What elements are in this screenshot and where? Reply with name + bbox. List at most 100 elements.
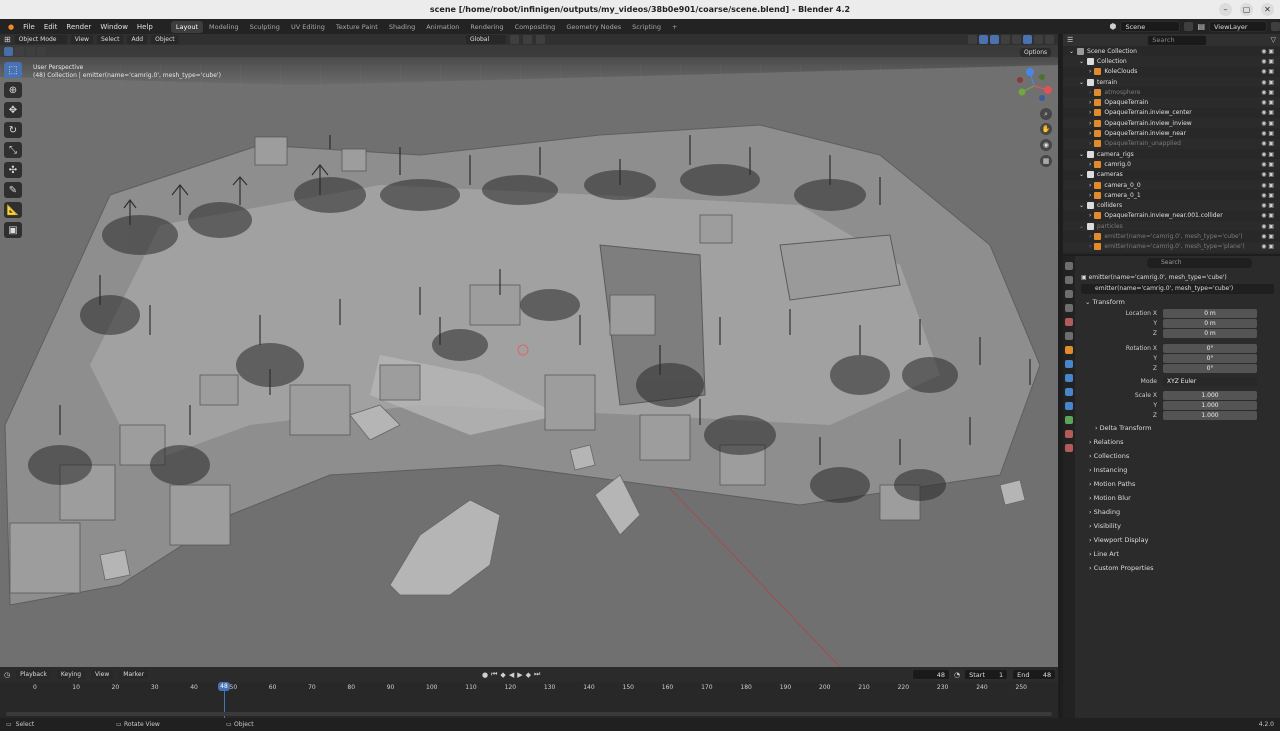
select-tool-icon[interactable]: ⬚ (4, 62, 22, 78)
rotation-z-field[interactable]: 0° (1163, 364, 1257, 374)
solid-shading-icon[interactable] (1023, 35, 1032, 44)
tab-shading[interactable]: Shading (384, 21, 420, 33)
outliner-row[interactable]: › OpaqueTerrain.inview_near.001.collider ◉… (1063, 211, 1280, 221)
section-visibility[interactable]: › Visibility (1077, 519, 1280, 533)
viewlayer-icon[interactable]: ▤ (1197, 22, 1205, 31)
location-z-field[interactable]: 0 m (1163, 329, 1257, 339)
section-relations[interactable]: › Relations (1077, 435, 1280, 449)
data-tab-icon[interactable] (1065, 416, 1073, 424)
collapse-icon[interactable]: ⌄ (1079, 171, 1084, 178)
tab-uv-editing[interactable]: UV Editing (286, 21, 330, 33)
tab-modeling[interactable]: Modeling (204, 21, 244, 33)
orientation-dropdown[interactable]: Global (466, 35, 506, 44)
section-instancing[interactable]: › Instancing (1077, 463, 1280, 477)
viewport-menu-select[interactable]: Select (96, 35, 124, 44)
jump-start-icon[interactable]: ⏮ (491, 670, 497, 679)
rendered-shading-icon[interactable] (1045, 35, 1054, 44)
constraints-tab-icon[interactable] (1065, 402, 1073, 410)
expand-icon[interactable]: › (1089, 212, 1091, 219)
rotation-y-field[interactable]: 0° (1163, 353, 1257, 363)
scale-y-field[interactable]: 1.000 (1163, 401, 1257, 411)
options-button[interactable]: Options (1020, 48, 1052, 57)
tab-compositing[interactable]: Compositing (510, 21, 561, 33)
outliner-row[interactable]: › OpaqueTerrain.inview_near ◉ ▣ (1063, 128, 1280, 138)
snap-icon[interactable] (523, 35, 532, 44)
visibility-toggle-icon[interactable]: ◉ ▣ (1261, 192, 1274, 199)
record-icon[interactable]: ● (482, 671, 488, 679)
outliner-search[interactable]: Search (1147, 34, 1208, 46)
start-frame-field[interactable]: Start 1 (964, 669, 1009, 680)
select-extend-icon[interactable] (15, 46, 24, 56)
view-layer-tab-icon[interactable] (1065, 304, 1073, 312)
rotate-tool-icon[interactable]: ↻ (4, 122, 22, 138)
collapse-icon[interactable]: ⌄ (1079, 58, 1084, 65)
visibility-toggle-icon[interactable]: ◉ ▣ (1261, 212, 1274, 219)
viewlayer-selector[interactable]: ViewLayer (1209, 21, 1267, 32)
timeline-editor-icon[interactable]: ◷ (4, 671, 10, 679)
expand-icon[interactable]: › (1089, 140, 1091, 147)
wireframe-shading-icon[interactable] (1012, 35, 1021, 44)
visibility-toggle-icon[interactable]: ◉ ▣ (1261, 151, 1274, 158)
material-tab-icon[interactable] (1065, 430, 1073, 438)
collapse-icon[interactable]: ⌄ (1079, 79, 1084, 86)
visibility-toggle-icon[interactable]: ◉ ▣ (1261, 109, 1274, 116)
measure-tool-icon[interactable]: 📐 (4, 202, 22, 218)
timeline-menu-view[interactable]: View (91, 670, 114, 679)
expand-icon[interactable]: › (1089, 68, 1091, 75)
move-tool-icon[interactable]: ✥ (4, 102, 22, 118)
tab-geometry-nodes[interactable]: Geometry Nodes (561, 21, 626, 33)
menu-render[interactable]: Render (62, 23, 95, 31)
visibility-toggle-icon[interactable]: ◉ ▣ (1261, 58, 1274, 65)
new-viewlayer-icon[interactable] (1271, 22, 1280, 31)
scale-x-field[interactable]: 1.000 (1163, 390, 1257, 400)
section-shading[interactable]: › Shading (1077, 505, 1280, 519)
close-icon[interactable]: ✕ (1261, 3, 1274, 16)
visibility-toggle-icon[interactable]: ◉ ▣ (1261, 171, 1274, 178)
outliner-editor-icon[interactable]: ☰ (1067, 36, 1073, 44)
menu-file[interactable]: File (19, 23, 39, 31)
viewport-menu-add[interactable]: Add (127, 35, 148, 44)
material-shading-icon[interactable] (1034, 35, 1043, 44)
expand-icon[interactable]: › (1089, 109, 1091, 116)
collapse-icon[interactable]: ⌄ (1079, 151, 1084, 158)
timeline-menu-marker[interactable]: Marker (119, 670, 149, 679)
collapse-icon[interactable]: ⌄ (1079, 202, 1084, 209)
outliner-row[interactable]: ⌄ cameras ◉ ▣ (1063, 170, 1280, 180)
play-reverse-icon[interactable]: ◀ (509, 671, 514, 679)
visibility-toggle-icon[interactable]: ◉ ▣ (1261, 68, 1274, 75)
physics-tab-icon[interactable] (1065, 388, 1073, 396)
timeline-menu-playback[interactable]: Playback (16, 670, 51, 679)
location-y-field[interactable]: 0 m (1163, 318, 1257, 328)
modifier-tab-icon[interactable] (1065, 360, 1073, 368)
3d-viewport[interactable] (0, 45, 1058, 667)
camera-view-icon[interactable]: ◉ (1040, 139, 1052, 151)
world-tab-icon[interactable] (1065, 332, 1073, 340)
menu-help[interactable]: Help (133, 23, 157, 31)
tool-tab-icon[interactable] (1065, 262, 1073, 270)
visibility-toggle-icon[interactable]: ◉ ▣ (1261, 202, 1274, 209)
outliner-row[interactable]: ⌄ camera_rigs ◉ ▣ (1063, 149, 1280, 159)
outliner-row[interactable]: › OpaqueTerrain.inview_center ◉ ▣ (1063, 108, 1280, 118)
playhead[interactable]: 48 (218, 682, 230, 691)
visibility-toggle-icon[interactable]: ◉ ▣ (1261, 140, 1274, 147)
prev-keyframe-icon[interactable]: ◆ (500, 671, 505, 679)
scale-tool-icon[interactable]: ⤡ (4, 142, 22, 158)
select-invert-icon[interactable] (37, 46, 46, 56)
tab-rendering[interactable]: Rendering (465, 21, 508, 33)
transform-tool-icon[interactable]: ✣ (4, 162, 22, 178)
visibility-toggle-icon[interactable]: ◉ ▣ (1261, 223, 1274, 230)
section-line-art[interactable]: › Line Art (1077, 547, 1280, 561)
tab-sculpting[interactable]: Sculpting (245, 21, 285, 33)
expand-icon[interactable]: › (1089, 161, 1091, 168)
expand-icon[interactable]: › (1089, 89, 1091, 96)
visibility-toggle-icon[interactable]: ◉ ▣ (1261, 182, 1274, 189)
navigation-gizmo[interactable] (1014, 66, 1054, 106)
outliner-row[interactable]: › emitter(name='camrig.0', mesh_type='pla… (1063, 241, 1280, 252)
expand-icon[interactable]: › (1089, 120, 1091, 127)
visibility-toggle-icon[interactable]: ◉ ▣ (1261, 99, 1274, 106)
tab-texture-paint[interactable]: Texture Paint (331, 21, 383, 33)
gizmo-toggle-icon[interactable] (979, 35, 988, 44)
select-subtract-icon[interactable] (26, 46, 35, 56)
xray-icon[interactable] (1001, 35, 1010, 44)
outliner-row[interactable]: ⌄ Scene Collection ◉ ▣ (1063, 46, 1280, 56)
